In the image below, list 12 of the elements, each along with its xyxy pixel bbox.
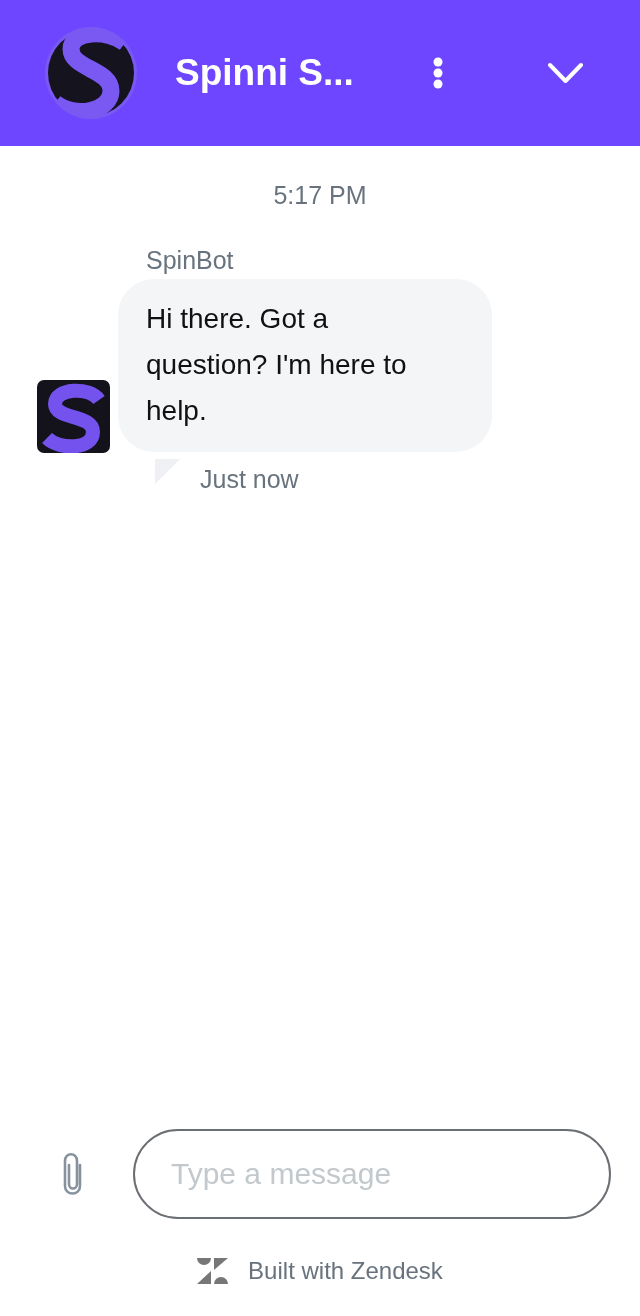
chat-title: Spinni S... xyxy=(175,52,355,94)
zendesk-logo-icon xyxy=(197,1258,229,1284)
brand-logo-icon xyxy=(45,27,137,119)
more-options-icon[interactable] xyxy=(432,57,444,89)
message-bubble: Hi there. Got a question? I'm here to help. xyxy=(118,279,492,452)
message-input[interactable]: Type a message xyxy=(133,1129,611,1219)
sender-name: SpinBot xyxy=(146,245,235,275)
built-with-link[interactable]: Built with Zendesk xyxy=(248,1257,443,1285)
conversation-timestamp: 5:17 PM xyxy=(272,180,368,210)
minimize-chevron-icon[interactable] xyxy=(548,62,583,84)
message-status: Just now xyxy=(200,464,299,494)
bot-avatar-icon xyxy=(37,380,110,453)
